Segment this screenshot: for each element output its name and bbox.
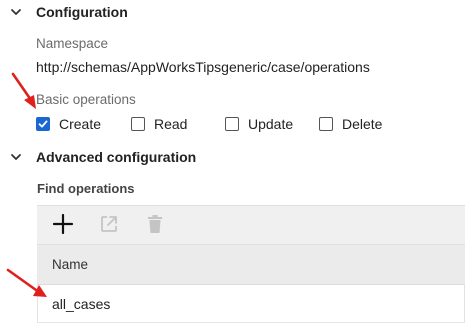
chevron-down-icon[interactable] [9,150,23,164]
annotation-arrow-create [11,72,36,109]
name-column-header[interactable]: Name [37,245,465,285]
create-checkbox[interactable]: Create [36,114,131,134]
trash-icon [146,214,164,239]
open-external-icon [99,214,119,239]
table-cell-name: all_cases [52,295,111,312]
read-checkbox-label: Read [154,116,188,132]
delete-checkbox[interactable]: Delete [319,114,382,134]
checkbox-unchecked-icon[interactable] [225,117,239,131]
configuration-section-header[interactable]: Configuration [0,0,128,24]
create-checkbox-label: Create [59,116,102,132]
checkbox-checked-icon[interactable] [36,117,50,131]
read-checkbox[interactable]: Read [131,114,225,134]
namespace-label: Namespace [36,36,109,51]
open-button[interactable] [97,214,121,238]
find-operations-label: Find operations [37,181,135,196]
plus-icon [52,213,74,240]
delete-button[interactable] [143,214,167,238]
name-column-header-label: Name [52,257,89,272]
table-toolbar [37,205,465,245]
basic-operations-checkbox-group: Create Read Update Delete [36,114,382,134]
basic-operations-label: Basic operations [36,92,136,107]
checkbox-unchecked-icon[interactable] [131,117,145,131]
update-checkbox-label: Update [248,116,294,132]
table-row[interactable]: all_cases [37,285,465,323]
checkbox-unchecked-icon[interactable] [319,117,333,131]
update-checkbox[interactable]: Update [225,114,319,134]
add-button[interactable] [51,213,75,240]
configuration-title: Configuration [36,4,128,20]
advanced-configuration-section-header[interactable]: Advanced configuration [0,145,196,169]
namespace-value: http://schemas/AppWorksTipsgeneric/case/… [36,59,370,75]
delete-checkbox-label: Delete [342,116,383,132]
advanced-configuration-title: Advanced configuration [36,149,197,165]
chevron-down-icon[interactable] [9,5,23,19]
